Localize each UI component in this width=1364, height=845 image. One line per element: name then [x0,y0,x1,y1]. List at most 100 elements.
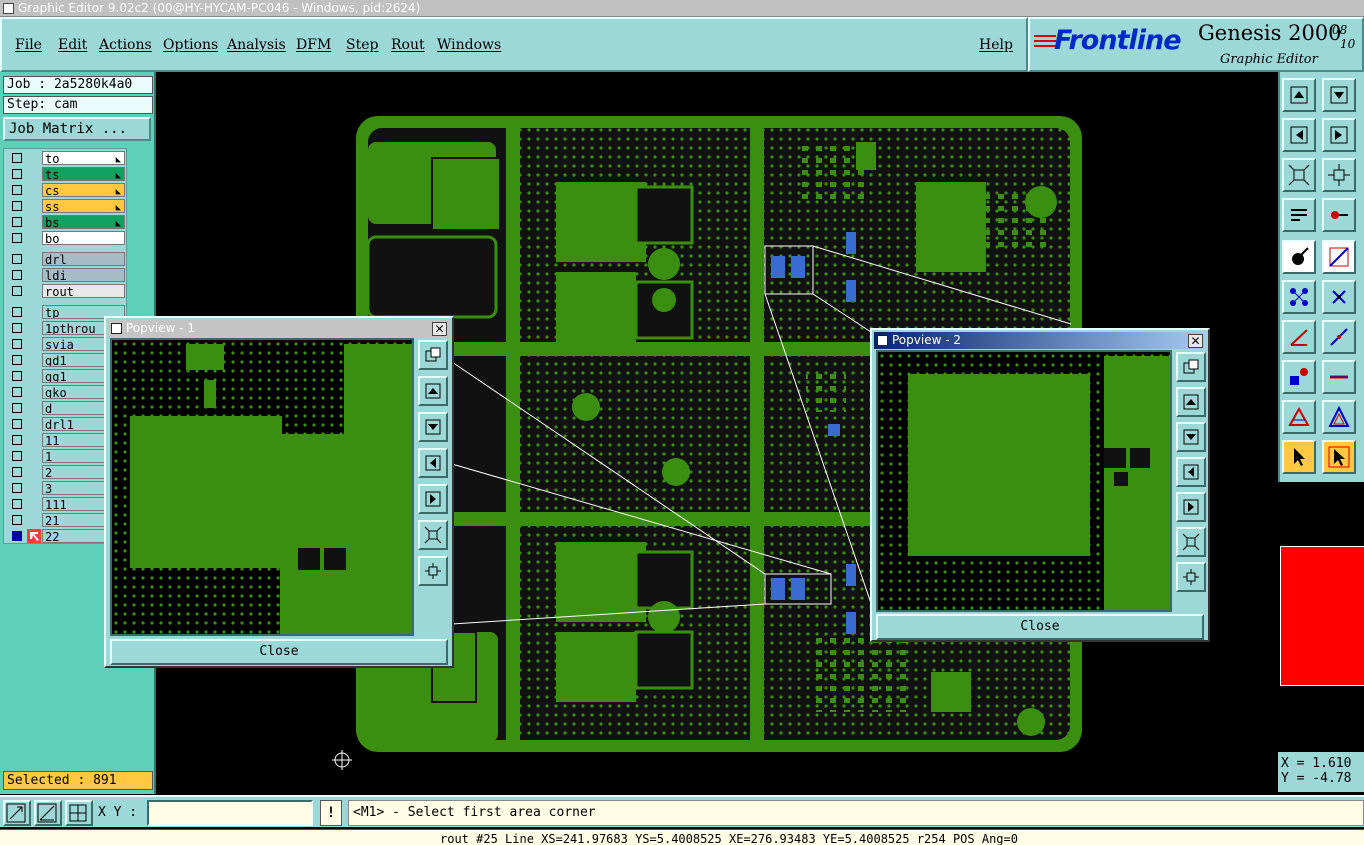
layer-checkbox[interactable] [12,169,22,179]
layer-checkbox[interactable] [12,387,22,397]
zoom-down-icon[interactable] [1322,78,1356,112]
layer-name[interactable]: bo [42,231,125,245]
snap-tool-icon[interactable] [1322,198,1356,232]
layer-row-bo[interactable]: bo [6,231,128,246]
menu-windows[interactable]: Windows [437,37,501,53]
menu-actions[interactable]: Actions [99,37,152,53]
angle-tool-icon[interactable] [1282,320,1316,354]
menu-options[interactable]: Options [163,37,218,53]
menu-file[interactable]: File [15,37,42,53]
layer-row-bs[interactable]: bs ◣ [6,215,128,230]
popview-2-close-icon[interactable]: ✕ [1188,334,1203,348]
polygon-tool-icon[interactable] [1322,400,1356,434]
layer-name[interactable]: drl [42,252,125,266]
popview-2-pan-up-icon[interactable] [1176,387,1206,417]
layer-checkbox[interactable] [12,307,22,317]
layer-checkbox[interactable] [12,286,22,296]
layer-checkbox[interactable] [12,323,22,333]
popview-1-titlebar[interactable]: Popview - 1 ✕ [108,320,450,337]
pan-right-icon[interactable] [1322,118,1356,152]
popview-1-viewport[interactable] [110,338,414,636]
layer-row-ss[interactable]: ss ◣ [6,199,128,214]
menu-analysis[interactable]: Analysis [227,37,286,53]
popview-1-zoom-out-icon[interactable] [418,556,448,586]
xy-input[interactable] [147,800,313,826]
layer-checkbox[interactable] [12,467,22,477]
popview-1-pan-down-icon[interactable] [418,412,448,442]
popview-2-fit-icon[interactable] [1176,352,1206,382]
layer-name[interactable]: cs ◣ [42,183,125,197]
layer-name[interactable]: bs ◣ [42,215,125,229]
layer-name[interactable]: ss ◣ [42,199,125,213]
popview-1-fit-icon[interactable] [418,340,448,370]
select-pointer-icon[interactable] [1322,440,1356,474]
popview-2-titlebar[interactable]: Popview - 2 ✕ [874,332,1206,349]
zoom-fit-icon[interactable] [1282,158,1316,192]
layer-checkbox[interactable] [12,185,22,195]
popview-1-close-button[interactable]: Close [110,639,448,665]
popview-2-pan-right-icon[interactable] [1176,492,1206,522]
layer-checkbox[interactable] [12,233,22,243]
grid-icon[interactable] [65,800,93,826]
popview-2-zoom-out-icon[interactable] [1176,562,1206,592]
layer-checkbox[interactable] [12,531,22,541]
layer-checkbox[interactable] [12,499,22,509]
triangle-tool-icon[interactable] [1282,400,1316,434]
layer-checkbox[interactable] [12,270,22,280]
measure-tool-icon[interactable] [1282,198,1316,232]
layer-checkbox[interactable] [12,515,22,525]
layer-row-to[interactable]: to ◣ [6,151,128,166]
connect-nodes-icon[interactable] [1282,280,1316,314]
layer-row-ldi[interactable]: ldi [6,268,128,283]
layer-checkbox[interactable] [12,355,22,365]
layer-name[interactable]: ldi [42,268,125,282]
layer-checkbox[interactable] [12,217,22,227]
layer-name[interactable]: to ◣ [42,151,125,165]
popview-1-close-icon[interactable]: ✕ [432,322,447,336]
layer-checkbox[interactable] [12,403,22,413]
layer-checkbox[interactable] [12,153,22,163]
layer-row-ts[interactable]: ts ◣ [6,167,128,182]
layer-checkbox[interactable] [12,451,22,461]
layer-checkbox[interactable] [12,419,22,429]
horizontal-line-icon[interactable] [1322,360,1356,394]
menu-dfm[interactable]: DFM [296,37,331,53]
layer-checkbox[interactable] [12,371,22,381]
menu-help[interactable]: Help [979,37,1013,53]
popview-1-zoom-in-icon[interactable] [418,520,448,550]
diagonal-line-icon[interactable] [1322,320,1356,354]
measure-icon[interactable] [34,800,62,826]
layer-checkbox[interactable] [12,254,22,264]
zoom-home-icon[interactable] [1282,78,1316,112]
layer-row-drl[interactable]: drl [6,252,128,267]
popview-2-zoom-in-icon[interactable] [1176,527,1206,557]
popview-2-pan-down-icon[interactable] [1176,422,1206,452]
layer-checkbox[interactable] [12,435,22,445]
popview-2-close-button[interactable]: Close [876,614,1204,640]
draw-line-icon[interactable] [1322,240,1356,274]
menu-step[interactable]: Step [346,37,378,53]
layer-checkbox[interactable] [12,201,22,211]
layer-row-cs[interactable]: cs ◣ [6,183,128,198]
popview-1-pan-up-icon[interactable] [418,376,448,406]
popview-1-pan-left-icon[interactable] [418,448,448,478]
layer-row-rout[interactable]: rout [6,284,128,299]
pad-tool-icon[interactable] [1282,360,1316,394]
zoom-out-icon[interactable] [1322,158,1356,192]
popview-2-viewport[interactable] [876,350,1172,612]
layer-name[interactable]: rout [42,284,125,298]
job-matrix-button[interactable]: Job Matrix ... [3,117,151,141]
menu-rout[interactable]: Rout [391,37,425,53]
zoom-area-icon[interactable] [3,800,31,826]
layer-checkbox[interactable] [12,483,22,493]
select-point-icon[interactable] [1282,240,1316,274]
layer-checkbox[interactable] [12,339,22,349]
pan-left-icon[interactable] [1282,118,1316,152]
layer-name[interactable]: ts ◣ [42,167,125,181]
pointer-tool-icon[interactable] [1282,440,1316,474]
alert-button[interactable]: ! [320,800,342,826]
cross-select-icon[interactable] [1322,280,1356,314]
popview-1-pan-right-icon[interactable] [418,484,448,514]
menu-edit[interactable]: Edit [58,37,87,53]
popview-2-pan-left-icon[interactable] [1176,457,1206,487]
